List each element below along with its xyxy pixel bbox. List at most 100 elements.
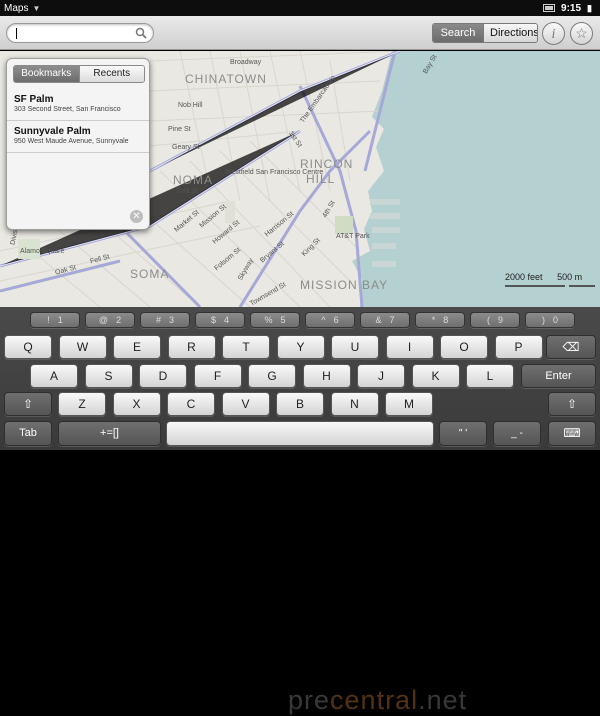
key-n[interactable]: N [330, 392, 379, 416]
star-icon: ☆ [575, 25, 588, 41]
key-digit: 5 [280, 315, 286, 325]
bookmark-item[interactable]: SF Palm 303 Second Street, San Francisco [14, 94, 144, 113]
key-e[interactable]: E [113, 335, 161, 359]
key-t[interactable]: T [222, 335, 270, 359]
key-u[interactable]: U [331, 335, 379, 359]
key-digit: 4 [224, 315, 230, 325]
key-symbol: @ [98, 315, 109, 325]
search-icon[interactable] [135, 27, 147, 39]
key-digit: 2 [116, 315, 122, 325]
number-key[interactable]: * 8 [415, 312, 465, 328]
shift-key-right[interactable]: ⇧ [548, 392, 596, 416]
key-symbol: & [375, 315, 382, 325]
key-s[interactable]: S [84, 364, 133, 388]
key-digit: 1 [57, 315, 63, 325]
number-key[interactable]: & 7 [360, 312, 410, 328]
key-p[interactable]: P [494, 335, 543, 359]
poi-label: AT&T Park [336, 233, 370, 240]
watermark-middle: central [330, 685, 419, 715]
divider [7, 152, 149, 153]
watermark-suffix: .net [418, 685, 468, 715]
street-label: Nob Hill [178, 102, 203, 109]
tab-bookmarks[interactable]: Bookmarks [14, 66, 79, 82]
info-button[interactable]: i [542, 22, 565, 45]
tab-key[interactable]: Tab [4, 421, 52, 446]
area-label: MISSION BAY [300, 278, 389, 292]
underscore-key[interactable]: _ - [493, 421, 541, 446]
key-o[interactable]: O [440, 335, 488, 359]
backspace-key[interactable]: ⌫ [546, 335, 596, 359]
key-j[interactable]: J [357, 364, 405, 388]
key-w[interactable]: W [58, 335, 107, 359]
key-x[interactable]: X [112, 392, 161, 416]
key-l[interactable]: L [466, 364, 514, 388]
enter-key[interactable]: Enter [521, 364, 596, 388]
info-icon: i [551, 27, 556, 42]
area-label: CHINATOWN [185, 72, 267, 86]
street-label: Broadway [230, 59, 262, 66]
divider [7, 120, 149, 121]
key-v[interactable]: V [221, 392, 270, 416]
key-symbol: $ [210, 315, 216, 325]
close-panel-button[interactable]: ✕ [130, 210, 143, 223]
key-digit: 3 [169, 315, 175, 325]
app-menu-caret-icon[interactable]: ▼ [32, 4, 40, 13]
bookmark-name: SF Palm [14, 94, 54, 105]
key-y[interactable]: Y [276, 335, 325, 359]
number-key[interactable]: #3 [140, 312, 190, 328]
favorites-button[interactable]: ☆ [570, 22, 593, 45]
att-park [335, 216, 353, 234]
panel-tabs: Bookmarks Recents [13, 65, 145, 83]
number-key[interactable]: $4 [195, 312, 245, 328]
number-key[interactable]: @2 [85, 312, 135, 328]
key-digit: 7 [389, 315, 395, 325]
search-input[interactable] [15, 26, 133, 40]
battery-icon [543, 4, 556, 12]
symbols-key[interactable]: +=[] [58, 421, 161, 446]
bookmark-address: 950 West Maude Avenue, Sunnyvale [14, 138, 129, 145]
key-i[interactable]: I [385, 335, 434, 359]
key-b[interactable]: B [276, 392, 324, 416]
key-k[interactable]: K [411, 364, 460, 388]
search-button[interactable]: Search [433, 24, 483, 42]
hide-keyboard-key[interactable]: ⌨ [548, 421, 596, 446]
close-icon: ✕ [132, 211, 141, 222]
search-box[interactable] [6, 23, 154, 43]
key-f[interactable]: F [193, 364, 242, 388]
number-key[interactable]: ) 0 [525, 312, 575, 328]
watermark-prefix: pre [288, 685, 331, 715]
quote-key[interactable]: " ' [439, 421, 487, 446]
scale-meters: 500 m [557, 272, 583, 282]
spacebar[interactable] [166, 421, 434, 446]
bookmark-address: 303 Second Street, San Francisco [14, 106, 121, 113]
number-key[interactable]: % 5 [250, 312, 300, 328]
key-r[interactable]: R [167, 335, 216, 359]
key-a[interactable]: A [30, 364, 78, 388]
shift-key-left[interactable]: ⇧ [4, 392, 52, 416]
key-h[interactable]: H [302, 364, 351, 388]
key-symbol: ) [541, 315, 545, 325]
scale-feet: 2000 feet [505, 272, 543, 282]
status-time: 9:15 [561, 2, 582, 14]
number-key[interactable]: ^ 6 [305, 312, 355, 328]
bay-water [352, 51, 600, 307]
bookmark-name: Sunnyvale Palm [14, 126, 91, 137]
key-z[interactable]: Z [58, 392, 106, 416]
street-label: Geary St [172, 144, 200, 151]
bookmark-item[interactable]: Sunnyvale Palm 950 West Maude Avenue, Su… [14, 126, 144, 145]
number-key[interactable]: ! 1 [30, 312, 80, 328]
signal-icon: ▮ [587, 2, 592, 13]
number-key[interactable]: (9 [470, 312, 520, 328]
area-label: SOMA [130, 267, 170, 281]
app-name[interactable]: Maps [0, 3, 28, 14]
key-q[interactable]: Q [4, 335, 52, 359]
tab-recents[interactable]: Recents [78, 66, 144, 82]
key-d[interactable]: D [139, 364, 187, 388]
key-c[interactable]: C [167, 392, 215, 416]
search-directions-toggle: Search Directions [432, 23, 538, 43]
key-g[interactable]: G [248, 364, 296, 388]
key-digit: 6 [333, 315, 339, 325]
area-label: NOMA [173, 173, 213, 187]
key-m[interactable]: M [385, 392, 433, 416]
directions-button[interactable]: Directions [483, 24, 537, 42]
